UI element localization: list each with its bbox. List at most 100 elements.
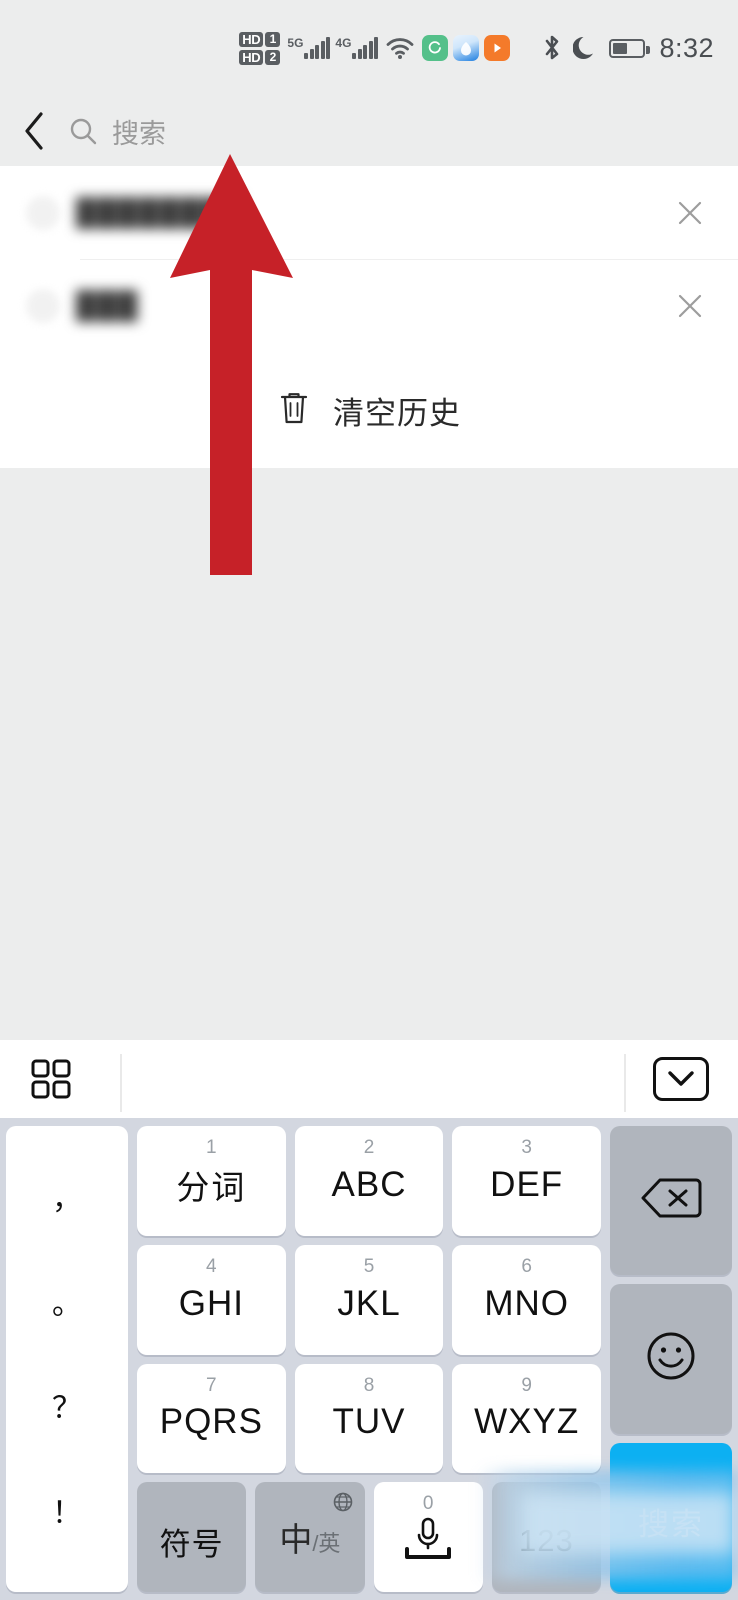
chevron-left-icon <box>25 112 43 150</box>
key-7-pqrs[interactable]: 7 PQRS <box>137 1363 286 1474</box>
backspace-icon <box>640 1176 702 1225</box>
key-comma[interactable]: ， <box>52 1185 82 1215</box>
key-emoji[interactable] <box>610 1284 732 1434</box>
battery-icon <box>609 38 651 58</box>
key-number: 6 <box>521 1255 532 1277</box>
keyboard-keys: ， 。 ？ ！ 1 分词 2 ABC 3 DEF 4 GHI 5 JKL 6 M… <box>0 1118 738 1600</box>
search-input[interactable]: 搜索 <box>68 112 738 151</box>
network-type-2-label: 4G <box>335 36 352 50</box>
keyboard-row-1: 1 分词 2 ABC 3 DEF <box>137 1126 602 1236</box>
key-numeric-123[interactable]: 123 <box>491 1482 601 1592</box>
clear-history-label: 清空历史 <box>333 395 461 431</box>
sim-1-badge: 1 <box>265 31 281 47</box>
hd-dual-sim-icon: HD 1 HD 2 <box>239 31 281 65</box>
hd-label-1: HD <box>239 31 264 47</box>
key-1-fenci[interactable]: 1 分词 <box>137 1126 286 1236</box>
back-button[interactable] <box>0 96 68 166</box>
signal-bars-2 <box>352 37 379 59</box>
key-language-toggle[interactable]: 中 /英 <box>255 1482 365 1592</box>
chevron-down-icon <box>653 1057 709 1101</box>
key-label: DEF <box>490 1164 564 1204</box>
bluetooth-icon <box>541 33 563 63</box>
close-icon <box>678 201 702 224</box>
clear-history-button[interactable]: 清空历史 <box>0 352 738 468</box>
history-item-label: ███ <box>76 289 139 321</box>
hd-label-2: HD <box>239 49 264 65</box>
do-not-disturb-moon-icon <box>573 34 599 62</box>
key-symbols[interactable]: 符号 <box>137 1482 247 1592</box>
history-clock-icon <box>26 288 60 323</box>
status-bar: HD 1 HD 2 5G 4G 8:32 <box>0 0 738 96</box>
remove-history-item-button[interactable] <box>668 289 712 323</box>
wifi-icon <box>385 36 415 60</box>
list-item[interactable]: ████████ <box>0 166 738 259</box>
keyboard-row-2: 4 GHI 5 JKL 6 MNO <box>137 1244 602 1355</box>
grid-apps-button[interactable] <box>28 1056 92 1102</box>
key-space-voice[interactable]: 0 <box>373 1482 483 1592</box>
keyboard-toolbar <box>0 1040 738 1118</box>
status-left-icons: HD 1 HD 2 5G 4G 8:32 <box>239 31 714 65</box>
network-type-1-label: 5G <box>287 36 304 50</box>
key-number: 1 <box>206 1137 217 1158</box>
remove-history-item-button[interactable] <box>668 196 712 230</box>
search-placeholder: 搜索 <box>112 118 166 149</box>
key-8-tuv[interactable]: 8 TUV <box>294 1363 444 1474</box>
key-3-def[interactable]: 3 DEF <box>452 1126 602 1236</box>
key-number: 8 <box>363 1374 375 1396</box>
hide-keyboard-button[interactable] <box>652 1056 710 1102</box>
punctuation-key-stack[interactable]: ， 。 ？ ！ <box>6 1126 128 1592</box>
list-item[interactable]: ███ <box>0 259 738 352</box>
signal-5g-icon: 5G <box>287 36 331 59</box>
empty-content-area <box>0 468 738 1040</box>
toolbar-divider-left <box>120 1054 122 1112</box>
function-key-column: 搜索 <box>610 1126 732 1592</box>
app-green-icon <box>422 35 449 61</box>
signal-bars-1 <box>304 37 331 59</box>
grid-apps-icon <box>31 1059 71 1099</box>
key-number: 2 <box>363 1137 375 1158</box>
key-4-ghi[interactable]: 4 GHI <box>137 1244 286 1355</box>
status-clock: 8:32 <box>659 32 714 63</box>
key-9-wxyz[interactable]: 9 WXYZ <box>452 1363 602 1474</box>
key-period[interactable]: 。 <box>52 1289 82 1320</box>
language-primary-label: 中 <box>279 1521 313 1559</box>
key-number: 4 <box>206 1255 217 1277</box>
toolbar-divider-right <box>624 1054 626 1112</box>
key-label: MNO <box>484 1283 569 1323</box>
globe-icon <box>332 1491 354 1518</box>
app-orange-icon <box>484 35 511 61</box>
history-clock-icon <box>26 195 60 230</box>
key-question[interactable]: ？ <box>52 1394 82 1424</box>
emoji-smiley-icon <box>645 1330 697 1387</box>
key-number: 5 <box>363 1255 375 1277</box>
up-arrow-annotation <box>168 150 300 575</box>
key-label: WXYZ <box>474 1402 580 1442</box>
key-exclamation[interactable]: ！ <box>52 1498 82 1529</box>
key-2-abc[interactable]: 2 ABC <box>294 1126 444 1236</box>
key-5-jkl[interactable]: 5 JKL <box>294 1244 444 1355</box>
keyboard-row-4: 符号 中 /英 0 123 <box>137 1482 601 1592</box>
key-6-mno[interactable]: 6 MNO <box>452 1244 602 1355</box>
key-number: 0 <box>422 1493 434 1515</box>
keyboard-row-3: 7 PQRS 8 TUV 9 WXYZ <box>137 1363 602 1474</box>
key-label: PQRS <box>159 1402 263 1442</box>
app-blue-icon <box>453 35 480 61</box>
history-item-label: ████████ <box>76 196 243 228</box>
key-label: ABC <box>331 1164 407 1204</box>
signal-4g-icon: 4G <box>335 36 379 59</box>
search-bar: 搜索 <box>0 96 738 166</box>
key-label: 123 <box>519 1523 574 1559</box>
key-label: GHI <box>178 1283 244 1323</box>
key-backspace[interactable] <box>610 1126 732 1276</box>
key-label: 符号 <box>159 1526 224 1562</box>
key-search-enter[interactable]: 搜索 <box>610 1442 732 1592</box>
search-icon <box>68 116 98 146</box>
key-number: 3 <box>521 1137 532 1158</box>
key-number: 7 <box>206 1374 217 1396</box>
key-number: 9 <box>521 1374 532 1396</box>
language-secondary-label: /英 <box>312 1531 341 1557</box>
microphone-icon <box>397 1511 459 1563</box>
key-label: JKL <box>337 1283 401 1323</box>
search-history-panel: ████████ ███ 清空历史 <box>0 166 738 468</box>
key-label: TUV <box>332 1402 406 1442</box>
